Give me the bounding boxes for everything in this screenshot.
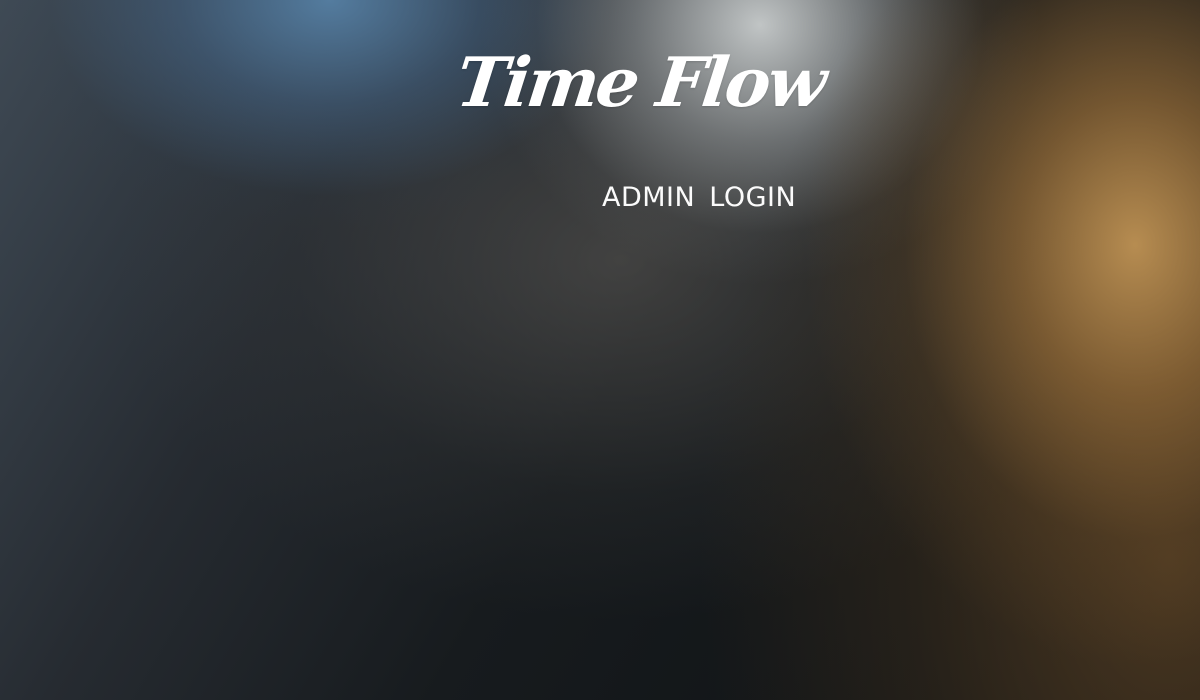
admin-login-heading: ADMIN LOGIN — [602, 182, 797, 213]
time-flow-logo: Time Flow — [452, 43, 829, 123]
